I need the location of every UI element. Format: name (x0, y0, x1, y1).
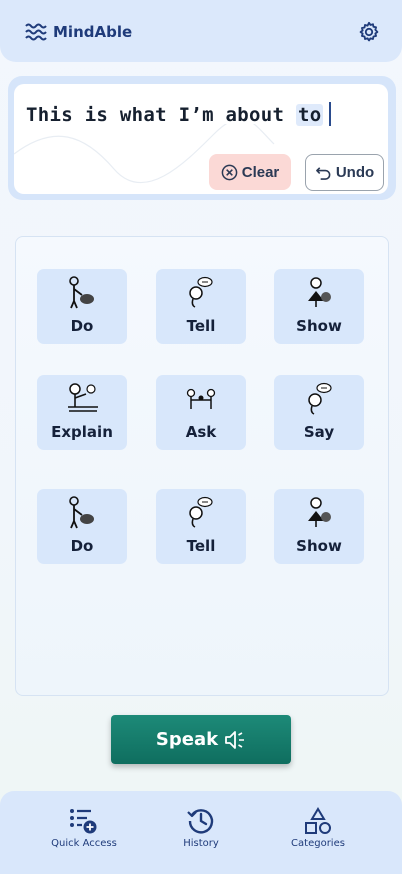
do-pictogram-icon (69, 496, 94, 529)
nav-categories[interactable]: Categories (268, 791, 368, 874)
tile-label: Tell (186, 537, 216, 555)
settings-button[interactable] (358, 21, 380, 43)
speaker-icon (225, 730, 245, 749)
tile-ask[interactable]: Ask (156, 375, 246, 450)
nav-label: Categories (291, 838, 345, 849)
say-pictogram-icon (308, 382, 332, 415)
tile-explain[interactable]: Explain (37, 375, 127, 450)
tile-label: Do (70, 537, 94, 555)
text-caret (329, 102, 332, 126)
tell-pictogram-icon (189, 496, 213, 528)
sentence-words: This is what I’m about (26, 104, 296, 126)
app-header: MindAble (0, 0, 402, 62)
tell-pictogram-icon (189, 276, 213, 308)
gear-icon (359, 21, 379, 42)
tile-do[interactable]: Do (37, 269, 127, 344)
undo-label: Undo (335, 164, 375, 181)
tile-label: Ask (185, 423, 217, 441)
explain-pictogram-icon (68, 383, 98, 412)
nav-label: History (183, 838, 219, 849)
tile-tell[interactable]: Tell (156, 489, 246, 564)
tile-label: Do (70, 317, 94, 335)
nav-quick-access[interactable]: Quick Access (34, 791, 134, 874)
undo-icon (315, 167, 331, 180)
history-icon (187, 809, 214, 834)
bottom-navigation: Quick Access History Categories (0, 791, 402, 874)
clear-button[interactable]: Clear (209, 154, 291, 190)
show-pictogram-icon (308, 497, 331, 527)
sentence-highlighted-word: to (296, 104, 324, 126)
show-pictogram-icon (308, 277, 331, 307)
tile-label: Explain (51, 423, 113, 441)
waves-logo-icon (25, 23, 47, 41)
speak-button[interactable]: Speak (111, 715, 291, 764)
nav-history[interactable]: History (151, 791, 251, 874)
sentence-text: This is what I’m about to (26, 102, 332, 126)
tile-say[interactable]: Say (274, 375, 364, 450)
categories-icon (305, 807, 331, 834)
do-pictogram-icon (69, 276, 94, 309)
tile-show[interactable]: Show (274, 269, 364, 344)
speak-label: Speak (155, 729, 219, 750)
clear-icon (221, 164, 238, 180)
clear-label: Clear (241, 163, 280, 181)
tile-show[interactable]: Show (274, 489, 364, 564)
nav-label: Quick Access (51, 838, 117, 849)
tile-do[interactable]: Do (37, 489, 127, 564)
tile-label: Show (296, 537, 342, 555)
quick-access-icon (70, 809, 97, 834)
tile-label: Say (303, 423, 335, 441)
ask-pictogram-icon (186, 388, 216, 409)
undo-button[interactable]: Undo (305, 154, 384, 191)
app-logo: MindAble (25, 22, 132, 42)
tile-tell[interactable]: Tell (156, 269, 246, 344)
tile-label: Tell (186, 317, 216, 335)
app-title: MindAble (53, 23, 133, 41)
tile-label: Show (296, 317, 342, 335)
